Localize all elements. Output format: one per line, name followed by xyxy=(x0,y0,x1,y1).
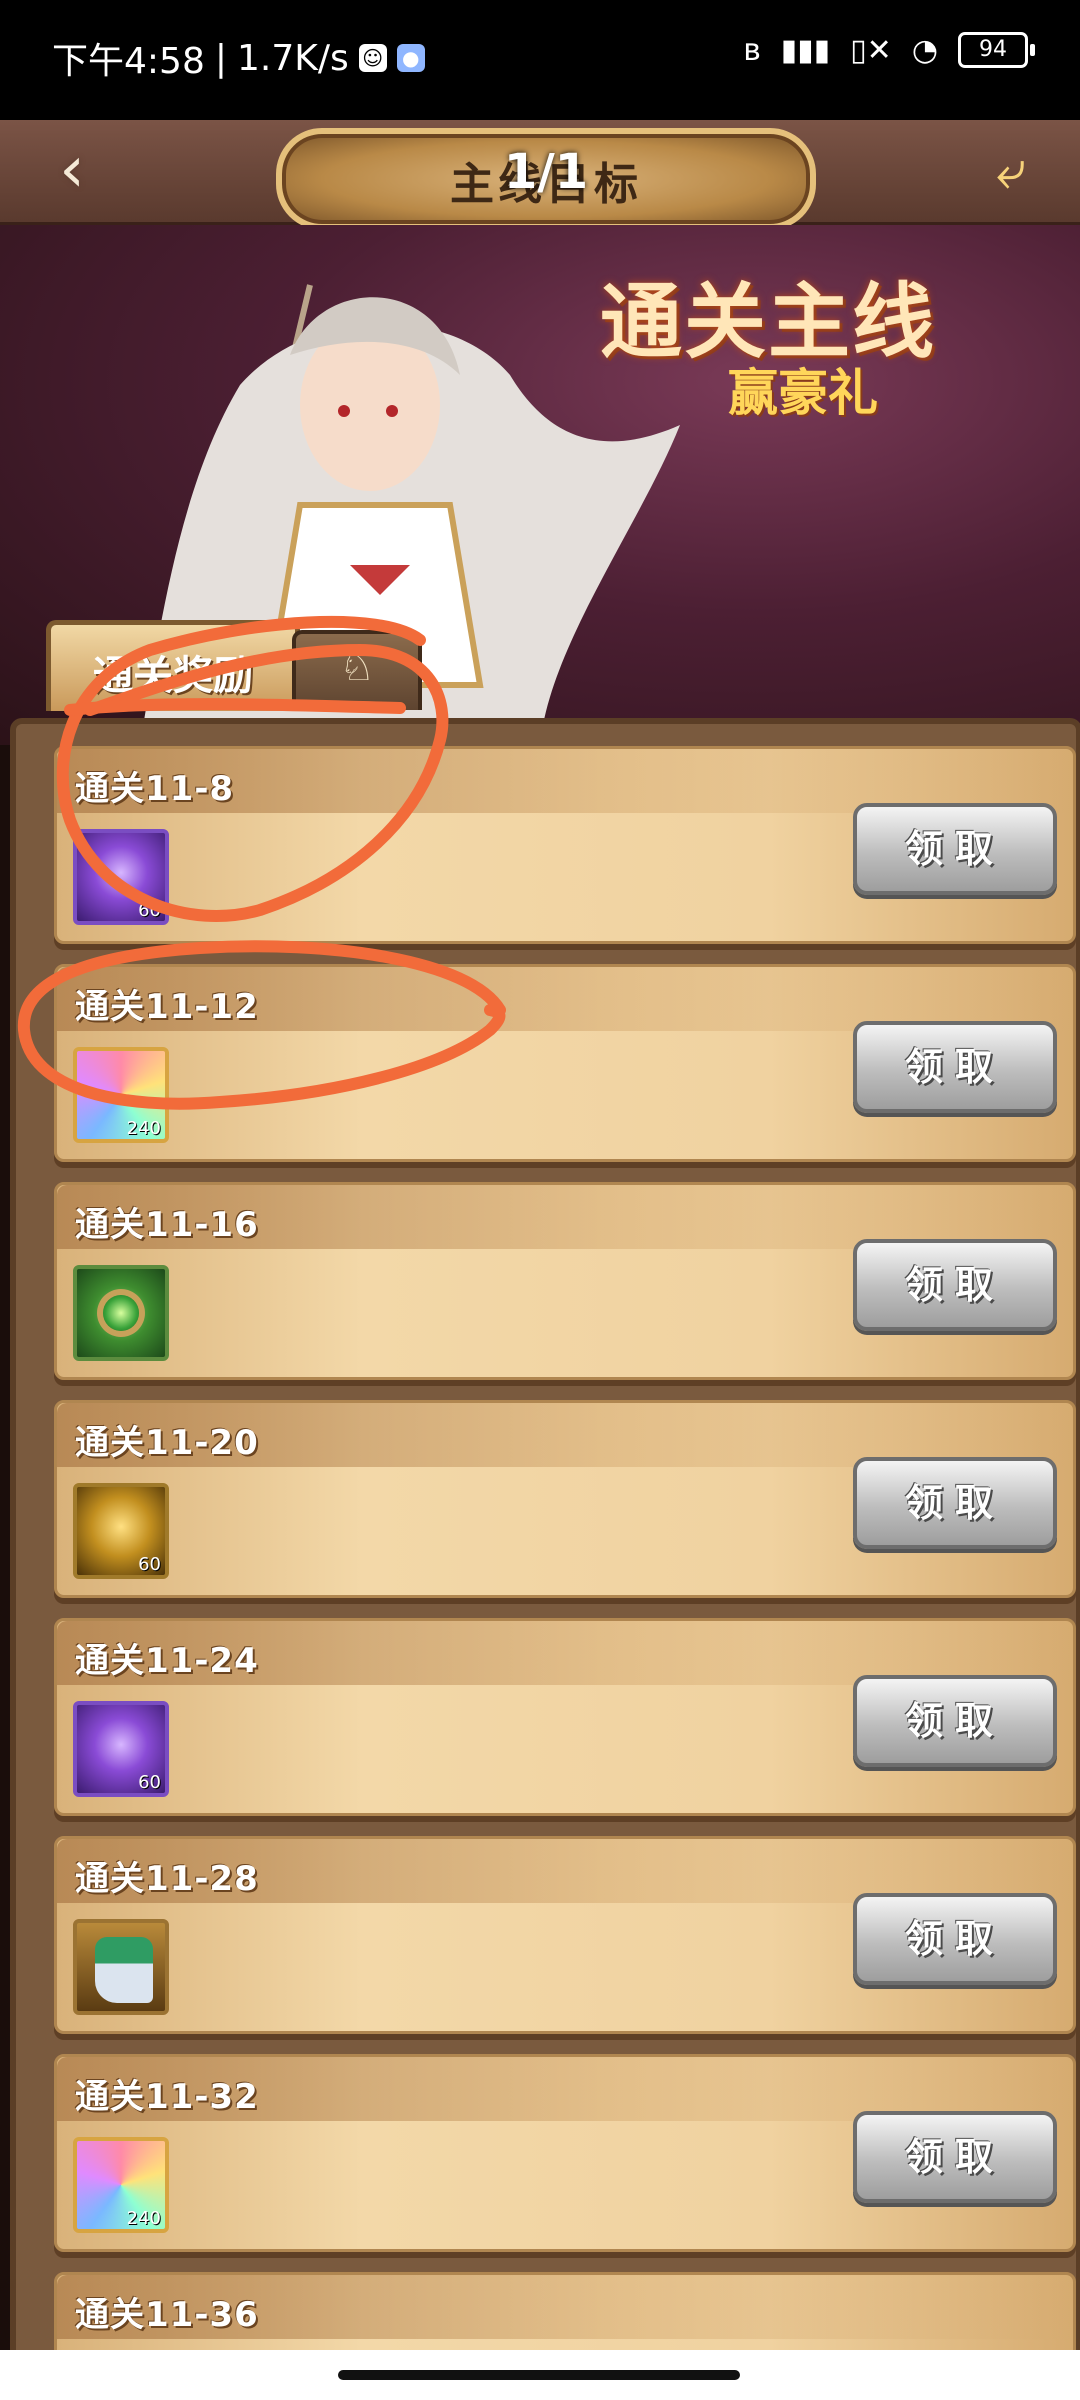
network-speed: 1.7K/s xyxy=(236,37,349,79)
title-plaque: 主线目标 1/1 xyxy=(276,128,816,230)
rainbow-crystal-icon[interactable]: 240 xyxy=(73,1047,169,1143)
reward-list[interactable]: 通关11-8 60 领取 通关11-12 240 领取 通关11-16 领取 通… xyxy=(10,718,1080,2362)
row-title: 通关11-24 xyxy=(75,1641,259,1681)
boots-icon[interactable] xyxy=(73,1919,169,2015)
status-right: ʙ ▮▮▮ ▯✕ ◔ 94 xyxy=(743,32,1035,68)
row-title: 通关11-20 xyxy=(75,1423,259,1463)
battery-level: 94 xyxy=(979,37,1007,62)
tab-secondary[interactable]: ♘ xyxy=(292,630,422,710)
battery-icon: 94 xyxy=(958,32,1035,68)
orb-shape xyxy=(103,1295,139,1331)
status-time: 下午4:58 xyxy=(52,41,205,82)
purple-crystal-icon[interactable]: 60 xyxy=(73,829,169,925)
item-count: 240 xyxy=(126,1118,161,1139)
claim-button[interactable]: 领取 xyxy=(853,1021,1057,1113)
status-left: 下午4:58 | 1.7K/s ☺ ● xyxy=(52,32,425,84)
list-item: 通关11-28 领取 xyxy=(54,1836,1076,2034)
tab-clear-rewards[interactable]: 通关奖励 xyxy=(46,620,300,711)
claim-button[interactable]: 领取 xyxy=(853,2111,1057,2203)
status-separator: | xyxy=(214,37,227,79)
claim-button[interactable]: 领取 xyxy=(853,1893,1057,1985)
claim-button[interactable]: 领取 xyxy=(853,1239,1057,1331)
list-item: 通关11-20 60 领取 xyxy=(54,1400,1076,1598)
item-count: 60 xyxy=(138,1554,161,1575)
row-title: 通关11-8 xyxy=(75,769,235,809)
claim-button[interactable]: 领取 xyxy=(853,1675,1057,1767)
boot-shape xyxy=(95,1937,153,2003)
signal-no-icon: ▯✕ xyxy=(850,32,892,68)
ghost-icon: ☺ xyxy=(358,44,387,72)
status-bar: 下午4:58 | 1.7K/s ☺ ● ʙ ▮▮▮ ▯✕ ◔ 94 xyxy=(0,0,1080,120)
list-item: 通关11-12 240 领取 xyxy=(54,964,1076,1162)
row-title: 通关11-12 xyxy=(75,987,259,1027)
claim-button[interactable]: 领取 xyxy=(853,803,1057,895)
page-counter: 1/1 xyxy=(503,144,589,200)
row-title: 通关11-32 xyxy=(75,2077,259,2117)
wifi-icon: ◔ xyxy=(911,32,938,68)
signal-icon: ▮▮▮ xyxy=(780,32,831,68)
gold-crystal-icon[interactable]: 60 xyxy=(73,1483,169,1579)
item-count: 240 xyxy=(126,2208,161,2229)
list-item: 通关11-36 xyxy=(54,2272,1076,2356)
home-indicator[interactable] xyxy=(338,2370,740,2380)
share-icon[interactable]: ⤶ xyxy=(966,132,1056,208)
tab-secondary-icon: ♘ xyxy=(339,644,375,690)
bluetooth-icon: ʙ xyxy=(743,32,761,68)
list-item: 通关11-8 60 领取 xyxy=(54,746,1076,944)
row-title: 通关11-16 xyxy=(75,1205,259,1245)
purple-crystal-icon[interactable]: 60 xyxy=(73,1701,169,1797)
list-item: 通关11-16 领取 xyxy=(54,1182,1076,1380)
rainbow-crystal-icon[interactable]: 240 xyxy=(73,2137,169,2233)
list-item: 通关11-24 60 领取 xyxy=(54,1618,1076,1816)
tab-label: 通关奖励 xyxy=(93,653,253,699)
claim-button[interactable]: 领取 xyxy=(853,1457,1057,1549)
row-title: 通关11-28 xyxy=(75,1859,259,1899)
row-title: 通关11-36 xyxy=(75,2295,259,2335)
list-item: 通关11-32 240 领取 xyxy=(54,2054,1076,2252)
item-count: 60 xyxy=(138,900,161,921)
item-count: 60 xyxy=(138,1772,161,1793)
banner-subtitle: 赢豪礼 xyxy=(728,364,878,422)
back-arrow-icon[interactable]: ‹ xyxy=(34,132,110,208)
app-bar: ‹ 主线目标 1/1 ⤶ xyxy=(0,120,1080,230)
app-notification-icon: ● xyxy=(396,44,425,72)
green-orb-icon[interactable] xyxy=(73,1265,169,1361)
system-nav-bar xyxy=(0,2350,1080,2400)
